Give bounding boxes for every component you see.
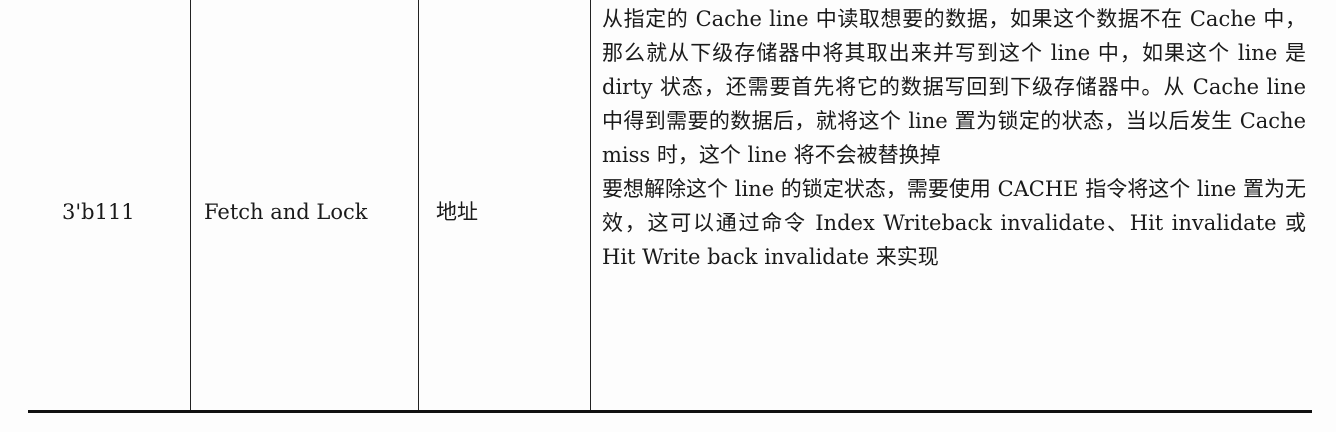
table-bottom-rule	[28, 410, 1312, 413]
description-paragraph: 要想解除这个 line 的锁定状态，需要使用 CACHE 指令将这个 line …	[602, 177, 1306, 269]
column-divider	[590, 0, 591, 412]
operation-cell: Fetch and Lock	[204, 200, 368, 224]
description-cell: 从指定的 Cache line 中读取想要的数据，如果这个数据不在 Cache …	[602, 2, 1306, 274]
column-divider	[190, 0, 191, 412]
address-type-cell: 地址	[436, 200, 478, 224]
code-cell: 3'b111	[62, 200, 135, 224]
document-page: 3'b111 Fetch and Lock 地址 从指定的 Cache line…	[0, 0, 1336, 432]
description-paragraph: 从指定的 Cache line 中读取想要的数据，如果这个数据不在 Cache …	[602, 7, 1306, 167]
column-divider	[418, 0, 419, 412]
